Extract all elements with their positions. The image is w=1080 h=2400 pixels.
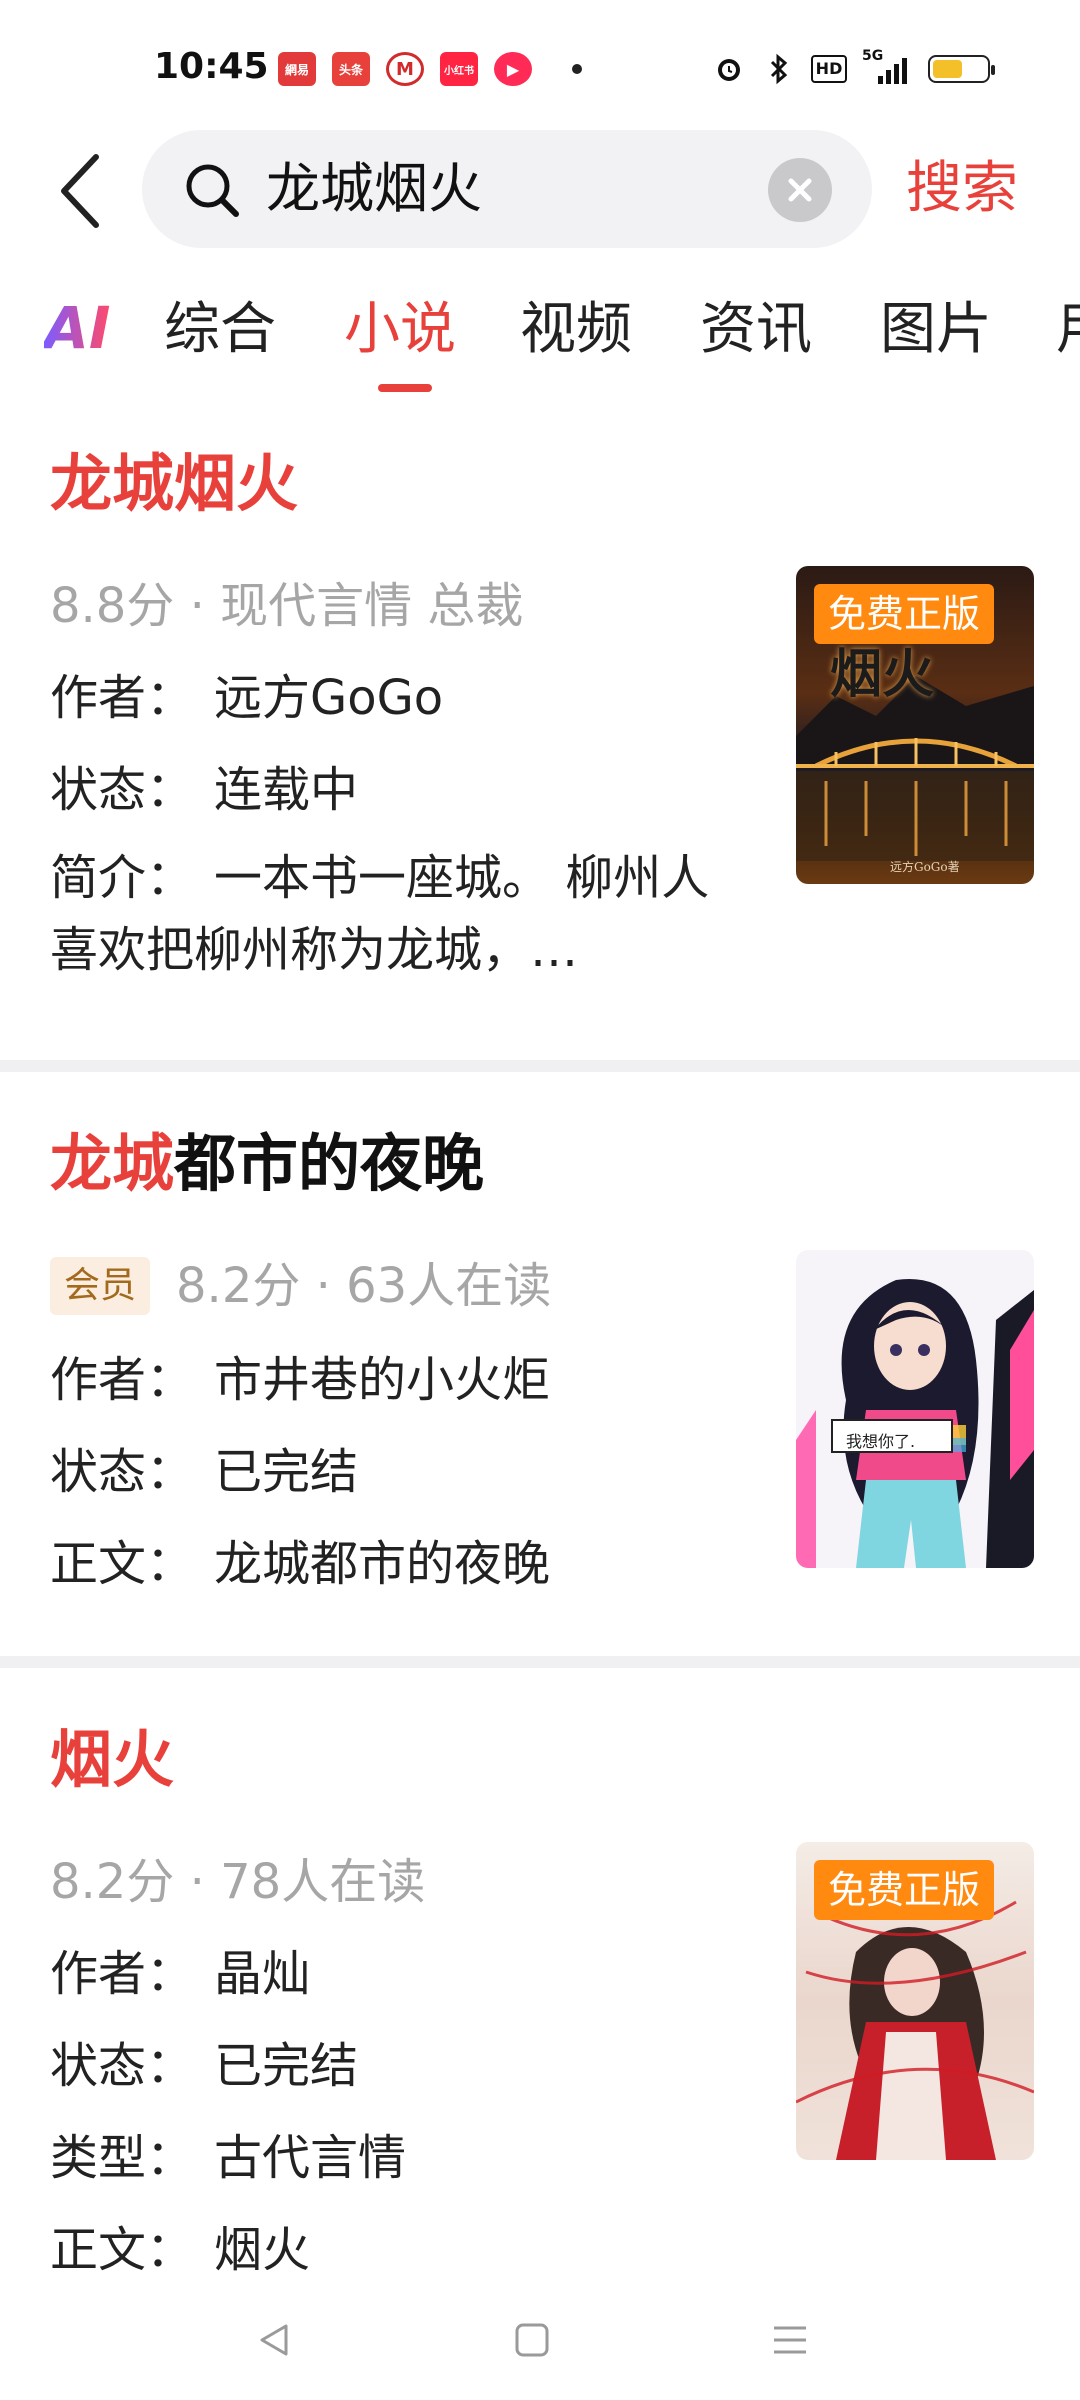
xiaohongshu-icon: 小红书 bbox=[440, 52, 478, 86]
status-value: 已完结 bbox=[214, 1444, 359, 1500]
synopsis-label: 简介： bbox=[50, 850, 195, 906]
battery-level bbox=[933, 60, 962, 78]
section-divider bbox=[0, 1656, 1080, 1668]
system-icons: HD 5G bbox=[712, 48, 995, 86]
status-bar: 10:45 網易 头条 M 小红书 ▶ HD 5G bbox=[0, 0, 1080, 140]
tab-more[interactable]: 用 bbox=[1056, 290, 1080, 370]
status-row: 状态： 连载中 bbox=[50, 760, 358, 820]
text-value: 烟火 bbox=[214, 2222, 311, 2278]
book-cover[interactable]: 免费正版 bbox=[796, 1842, 1034, 2160]
tab-comprehensive[interactable]: 综合 bbox=[164, 290, 276, 370]
result-card-2[interactable]: 龙城都市的夜晚 会员 8.2分 · 63人在读 作者： 市井巷的小火炬 状态： 已完结… bbox=[0, 1110, 1080, 1640]
genre-value: 古代言情 bbox=[214, 2130, 407, 2186]
cover-caption: 我想你了. bbox=[846, 1432, 916, 1451]
tab-images[interactable]: 图片 bbox=[880, 290, 992, 370]
category-tabs: AI 综合 小说 视频 资讯 图片 用 bbox=[0, 290, 1080, 400]
title-highlight: 龙城 bbox=[50, 1127, 175, 1200]
book-cover[interactable]: 免费正版 烟火 远方GoGo著 bbox=[796, 566, 1034, 884]
video-app-icon: ▶ bbox=[494, 52, 532, 86]
system-navigation-bar bbox=[0, 2280, 1080, 2400]
author-row: 作者： 远方GoGo bbox=[50, 668, 443, 728]
genre-row: 类型： 古代言情 bbox=[50, 2128, 406, 2188]
result-meta: 8.8分 · 现代言情 总裁 bbox=[50, 578, 524, 634]
tab-video[interactable]: 视频 bbox=[520, 290, 632, 370]
title-highlight: 龙城烟火 bbox=[50, 447, 299, 520]
vip-badge: 会员 bbox=[50, 1257, 151, 1315]
toutiao-icon: 头条 bbox=[332, 52, 370, 86]
cover-author: 远方GoGo著 bbox=[890, 860, 960, 874]
back-button[interactable] bbox=[50, 146, 110, 236]
menu-lines-icon bbox=[774, 2326, 806, 2354]
more-notifications-dot bbox=[572, 64, 582, 74]
search-header: 龙城烟火 搜索 bbox=[0, 130, 1080, 250]
author-value: 远方GoGo bbox=[214, 670, 444, 726]
bluetooth-icon bbox=[762, 52, 796, 86]
cmb-bank-icon: M bbox=[386, 52, 424, 86]
alarm-icon bbox=[712, 52, 746, 86]
triangle-back-icon bbox=[260, 2324, 288, 2356]
battery-icon bbox=[928, 55, 995, 83]
search-query: 龙城烟火 bbox=[266, 157, 482, 220]
result-meta: 8.2分 · 78人在读 bbox=[50, 1854, 426, 1910]
hd-icon: HD bbox=[810, 52, 848, 86]
section-divider bbox=[0, 1060, 1080, 1072]
row-label: 作者： bbox=[50, 1946, 195, 2002]
row-label: 状态： bbox=[50, 1444, 195, 1500]
result-title: 烟火 bbox=[50, 1720, 174, 1800]
status-time: 10:45 bbox=[154, 46, 269, 87]
free-badge: 免费正版 bbox=[814, 1860, 995, 1920]
result-title: 龙城都市的夜晚 bbox=[50, 1124, 484, 1204]
title-rest: 都市的夜晚 bbox=[174, 1127, 485, 1200]
search-input[interactable]: 龙城烟火 bbox=[142, 130, 872, 248]
row-label: 状态： bbox=[50, 762, 195, 818]
status-row: 状态： 已完结 bbox=[50, 1442, 358, 1502]
result-card-1[interactable]: 龙城烟火 8.8分 · 现代言情 总裁 作者： 远方GoGo 状态： 连载中 简介：… bbox=[0, 430, 1080, 1050]
tab-novel[interactable]: 小说 bbox=[344, 290, 456, 370]
row-label: 状态： bbox=[50, 2038, 195, 2094]
row-label: 作者： bbox=[50, 1352, 195, 1408]
result-card-3[interactable]: 烟火 8.2分 · 78人在读 作者： 晶灿 状态： 已完结 类型： 古代言情 正文：… bbox=[0, 1706, 1080, 2278]
status-row: 状态： 已完结 bbox=[50, 2036, 358, 2096]
row-label: 正文： bbox=[50, 1536, 195, 1592]
clear-search-button[interactable] bbox=[768, 158, 832, 222]
status-value: 连载中 bbox=[214, 762, 359, 818]
result-title: 龙城烟火 bbox=[50, 444, 298, 524]
author-row: 作者： 晶灿 bbox=[50, 1944, 310, 2004]
text-row: 正文： 龙城都市的夜晚 bbox=[50, 1534, 550, 1594]
title-highlight: 烟火 bbox=[50, 1723, 175, 1796]
back-arrow-icon bbox=[61, 154, 99, 228]
row-label: 类型： bbox=[50, 2130, 195, 2186]
search-button[interactable]: 搜索 bbox=[906, 154, 1018, 224]
netease-news-icon: 網易 bbox=[278, 52, 316, 86]
author-value: 市井巷的小火炬 bbox=[214, 1352, 551, 1408]
author-value: 晶灿 bbox=[214, 1946, 311, 2002]
square-home-icon bbox=[515, 2323, 549, 2357]
nav-back-button[interactable] bbox=[244, 2310, 304, 2370]
result-meta: 会员 8.2分 · 63人在读 bbox=[50, 1256, 551, 1316]
meta-text: 8.2分 · 63人在读 bbox=[176, 1258, 552, 1314]
nav-menu-button[interactable] bbox=[760, 2310, 820, 2370]
notification-icons: 網易 头条 M 小红书 ▶ bbox=[278, 52, 582, 86]
active-tab-indicator bbox=[378, 384, 432, 392]
search-icon bbox=[182, 160, 242, 220]
text-row: 正文： 烟火 bbox=[50, 2220, 310, 2280]
tab-news[interactable]: 资讯 bbox=[700, 290, 812, 370]
row-label: 作者： bbox=[50, 670, 195, 726]
synopsis: 简介： 一本书一座城。 柳州人喜欢把柳州称为龙城，… bbox=[50, 842, 720, 986]
free-badge: 免费正版 bbox=[814, 584, 995, 644]
author-row: 作者： 市井巷的小火炬 bbox=[50, 1350, 550, 1410]
status-value: 已完结 bbox=[214, 2038, 359, 2094]
ai-tab[interactable]: AI bbox=[44, 294, 110, 362]
row-label: 正文： bbox=[50, 2222, 195, 2278]
book-cover[interactable]: 我想你了. bbox=[796, 1250, 1034, 1568]
cover-artwork-girl bbox=[796, 1279, 1034, 1568]
nav-home-button[interactable] bbox=[502, 2310, 562, 2370]
signal-icon: 5G bbox=[862, 48, 912, 86]
text-value: 龙城都市的夜晚 bbox=[214, 1536, 551, 1592]
close-icon bbox=[788, 178, 812, 202]
